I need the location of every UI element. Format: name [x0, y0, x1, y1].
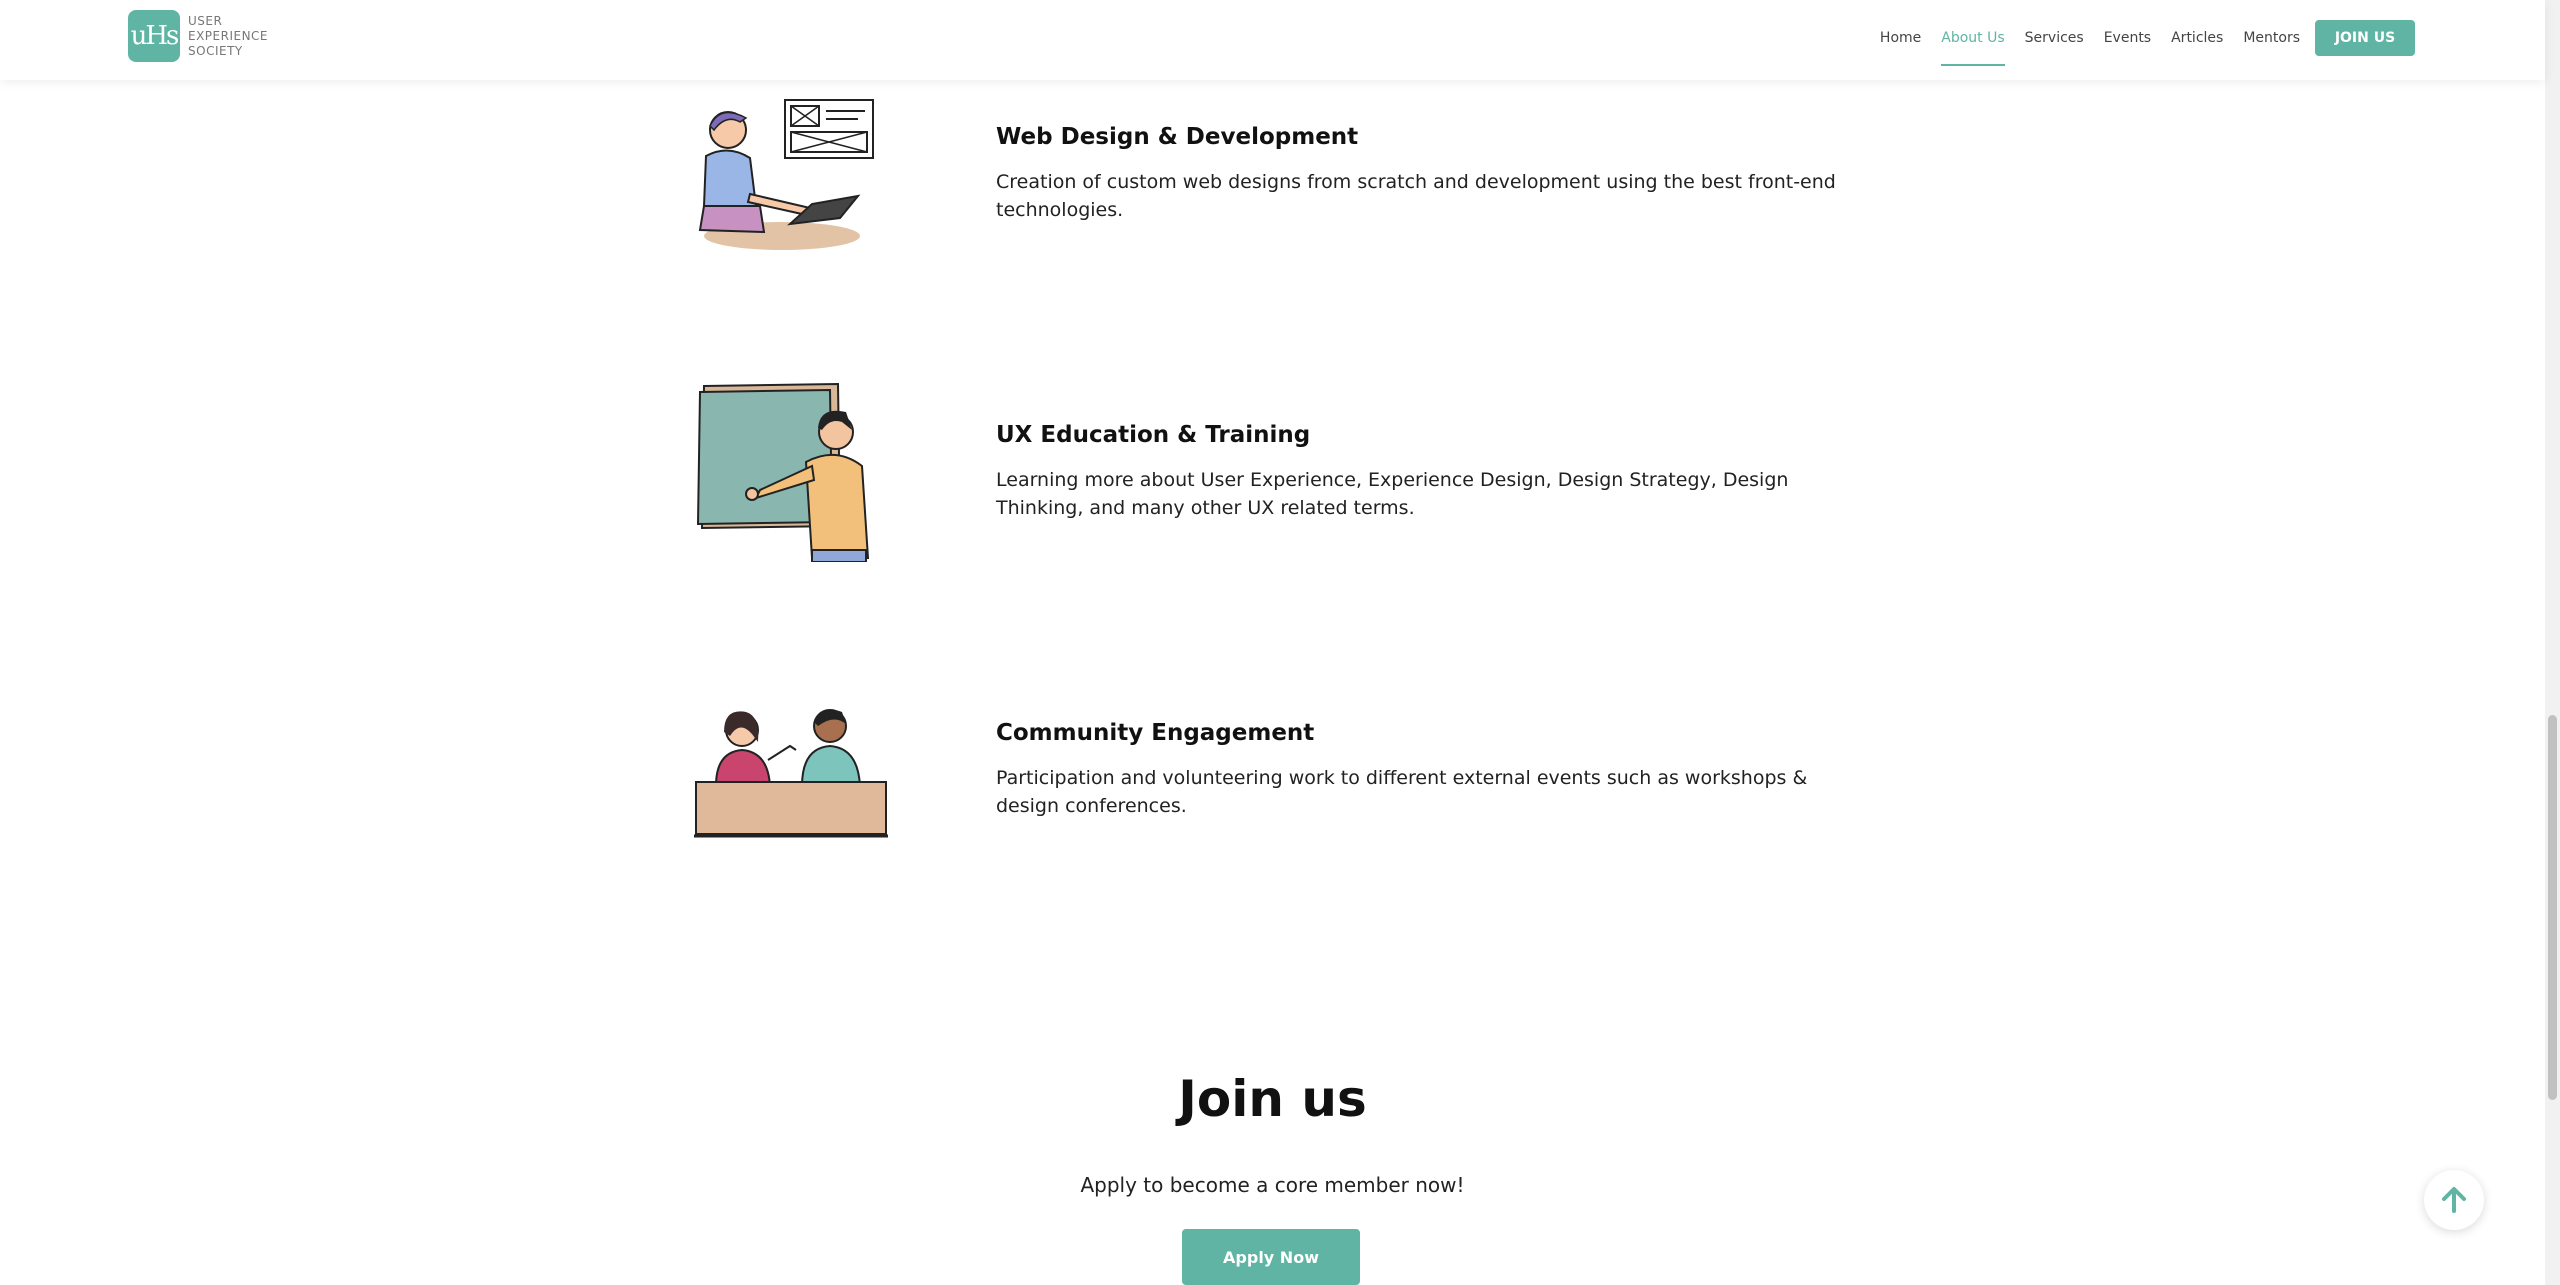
- logo-line: EXPERIENCE: [188, 28, 269, 43]
- logo-line: USER: [188, 13, 223, 28]
- main-nav: Home About Us Services Events Articles M…: [1860, 0, 2300, 75]
- back-to-top-button[interactable]: [2424, 1170, 2484, 1230]
- two-people-talking-icon: [694, 709, 888, 838]
- join-subtitle: Apply to become a core member now!: [1080, 1173, 1465, 1197]
- service-description: Creation of custom web designs from scra…: [996, 171, 1836, 221]
- service-community: Community Engagement Participation and v…: [690, 690, 1890, 870]
- nav-services[interactable]: Services: [2025, 26, 2084, 50]
- service-title: UX Education & Training: [996, 422, 1311, 448]
- nav-events[interactable]: Events: [2104, 26, 2151, 50]
- apply-now-button[interactable]: Apply Now: [1182, 1229, 1360, 1285]
- logo-line: SOCIETY: [188, 43, 243, 58]
- service-ux-education: UX Education & Training Learning more ab…: [690, 382, 1890, 562]
- service-web-design: Web Design & Development Creation of cus…: [690, 96, 1890, 276]
- nav-articles[interactable]: Articles: [2171, 26, 2223, 50]
- site-logo[interactable]: uHs USER EXPERIENCE SOCIETY: [128, 10, 268, 62]
- page-scrollbar[interactable]: [2545, 0, 2560, 1285]
- logo-mark: uHs: [128, 10, 180, 62]
- nav-home[interactable]: Home: [1880, 26, 1921, 50]
- join-us-button[interactable]: JOIN US: [2315, 20, 2415, 56]
- service-title: Community Engagement: [996, 720, 1315, 746]
- scrollbar-thumb[interactable]: [2548, 715, 2557, 1100]
- site-header: uHs USER EXPERIENCE SOCIETY Home About U…: [0, 0, 2545, 80]
- service-description: Learning more about User Experience, Exp…: [996, 469, 1789, 519]
- nav-mentors[interactable]: Mentors: [2243, 26, 2300, 50]
- nav-about-us[interactable]: About Us: [1941, 26, 2006, 66]
- service-title: Web Design & Development: [996, 124, 1359, 150]
- teacher-chalkboard-icon: [696, 382, 870, 562]
- join-title: Join us: [1178, 1070, 1367, 1128]
- person-at-laptop-icon: [698, 99, 874, 250]
- service-description: Participation and volunteering work to d…: [996, 767, 1808, 817]
- logo-wordmark: USER EXPERIENCE SOCIETY: [188, 14, 268, 59]
- arrow-up-icon: [2442, 1187, 2466, 1213]
